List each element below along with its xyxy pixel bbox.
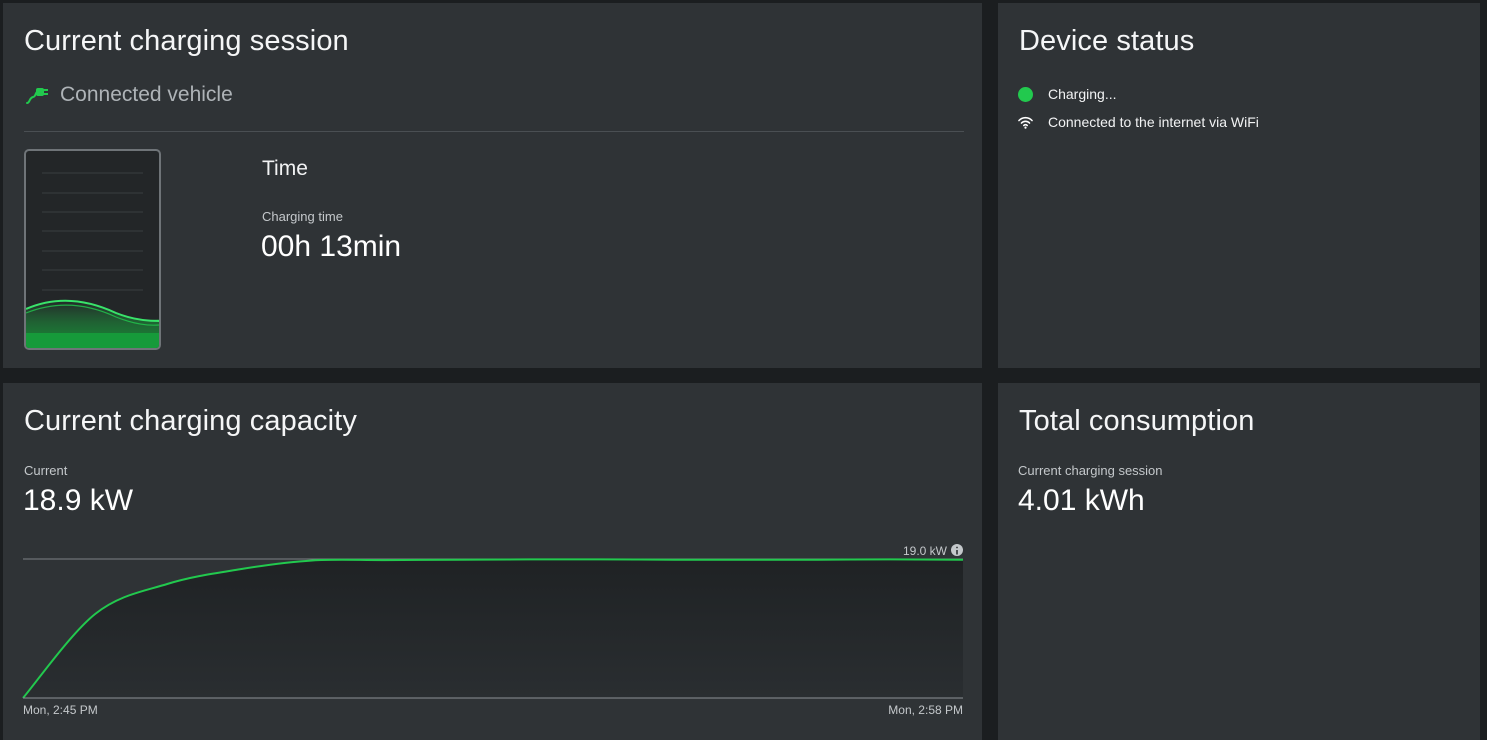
session-consumption-label: Current charging session	[1018, 463, 1163, 478]
charging-animation-graphic	[24, 149, 161, 350]
current-label: Current	[24, 463, 68, 478]
charging-capacity-chart: 19.0 kW Mon, 2:45 PM Mon, 2:58 PM	[22, 544, 964, 717]
session-consumption-value: 4.01 kWh	[1018, 484, 1145, 517]
plug-icon	[26, 88, 48, 104]
x-tick-label-end: Mon, 2:58 PM	[888, 703, 963, 717]
connected-vehicle-label: Connected vehicle	[60, 83, 233, 106]
session-title: Current charging session	[24, 25, 349, 57]
wifi-icon	[1018, 116, 1033, 129]
current-power-value: 18.9 kW	[23, 484, 134, 517]
status-item-charging: Charging...	[1018, 86, 1116, 102]
capacity-title: Current charging capacity	[24, 405, 357, 437]
status-item-wifi: Connected to the internet via WiFi	[1018, 114, 1259, 130]
x-tick-label-start: Mon, 2:45 PM	[23, 703, 98, 717]
status-charging-label: Charging...	[1048, 86, 1117, 102]
current-charging-session-panel: Current charging session Connected vehic…	[3, 3, 982, 368]
charging-time-label: Charging time	[262, 209, 343, 224]
capacity-area	[23, 559, 963, 698]
device-status-panel: Device status Charging... Connected to t…	[998, 3, 1480, 368]
current-charging-capacity-panel: Current charging capacity Current 18.9 k…	[3, 383, 982, 740]
info-icon[interactable]	[951, 544, 963, 556]
charging-time-value: 00h 13min	[261, 230, 402, 263]
status-wifi-label: Connected to the internet via WiFi	[1048, 114, 1259, 130]
time-heading: Time	[262, 157, 308, 180]
device-status-title: Device status	[1019, 25, 1195, 57]
status-dot-icon	[1018, 86, 1033, 102]
connected-vehicle-row: Connected vehicle	[24, 83, 233, 107]
session-divider	[24, 131, 964, 132]
total-consumption-title: Total consumption	[1019, 405, 1255, 437]
max-capacity-label: 19.0 kW	[903, 544, 948, 558]
total-consumption-panel: Total consumption Current charging sessi…	[998, 383, 1480, 740]
